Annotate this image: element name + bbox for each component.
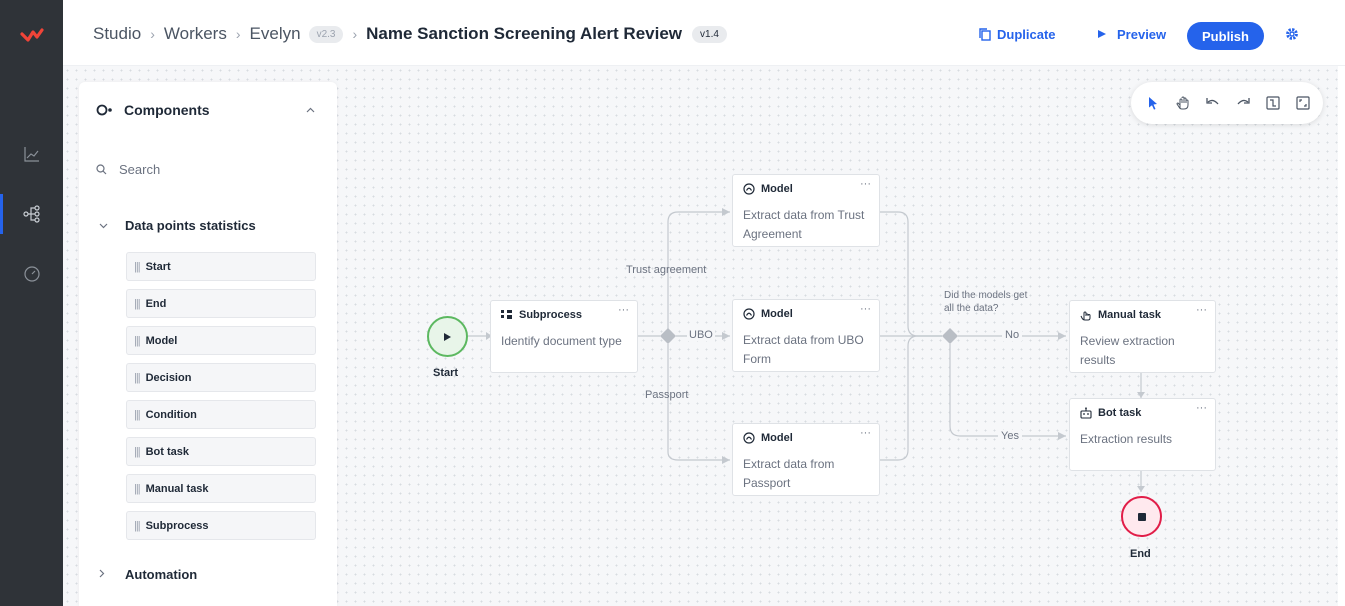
play-icon [444,332,451,341]
component-subprocess[interactable]: ||| Subprocess [126,511,316,540]
component-model[interactable]: ||| Model [126,326,316,355]
more-icon[interactable]: ··· [1196,304,1207,316]
drag-handle-icon[interactable]: ||| [134,446,141,458]
edge-passport [667,344,730,461]
fullscreen-icon[interactable] [1295,95,1311,111]
drag-handle-icon[interactable]: ||| [134,409,141,421]
more-icon[interactable]: ··· [860,427,871,439]
edge-yes [949,344,1066,437]
undo-icon[interactable] [1205,95,1221,111]
components-icon [96,104,112,116]
decision-diamond-document [660,328,676,344]
redo-icon[interactable] [1235,95,1251,111]
drag-handle-icon[interactable]: ||| [134,372,141,384]
node-type: Subprocess [501,309,582,321]
canvas-toolbar [1131,82,1323,124]
edge-passport-join [880,335,942,461]
subprocess-node[interactable]: Subprocess ··· Identify document type [490,300,638,373]
edge-label-trust: Trust agreement [626,264,707,276]
node-type: Manual task [1080,309,1161,321]
component-label: Decision [145,371,192,384]
edge-label-question: Did the models get all the data? [944,290,1028,314]
model-node-ubo[interactable]: Model ··· Extract data from UBO Form [732,299,880,372]
drag-handle-icon[interactable]: ||| [134,298,141,310]
node-type: Model [743,432,793,444]
edge-label-no: No [1002,329,1023,341]
component-condition[interactable]: ||| Condition [126,400,316,429]
node-description: Extract data from UBO Form [743,333,864,366]
edge-label-yes: Yes [998,430,1022,442]
component-label: Condition [145,408,197,421]
node-description: Identify document type [501,334,622,348]
node-type: Model [743,183,793,195]
section-automation[interactable]: Automation [99,567,197,582]
node-type-label: Bot task [1098,407,1142,419]
panel-header: Components [96,102,210,118]
subprocess-icon [501,310,512,319]
chevron-down-icon [99,220,109,232]
component-manual-task[interactable]: ||| Manual task [126,474,316,503]
stop-icon [1137,512,1146,521]
model-icon [743,183,755,195]
node-type-label: Subprocess [519,309,582,321]
drag-handle-icon[interactable]: ||| [134,520,141,532]
fit-icon[interactable] [1265,95,1281,111]
model-icon [743,308,755,320]
node-type-label: Model [761,308,793,320]
end-node[interactable] [1121,496,1162,537]
node-description: Extraction results [1080,432,1173,446]
more-icon[interactable]: ··· [860,303,871,315]
section-title: Data points statistics [125,218,256,233]
component-end[interactable]: ||| End [126,289,316,318]
more-icon[interactable]: ··· [860,178,871,190]
node-description: Extract data from Passport [743,457,835,490]
edge-label-passport: Passport [645,389,689,401]
model-icon [743,432,755,444]
more-icon[interactable]: ··· [1196,402,1207,414]
node-type: Model [743,308,793,320]
component-bot-task[interactable]: ||| Bot task [126,437,316,466]
drag-handle-icon[interactable]: ||| [134,261,141,273]
edge-label-ubo: UBO [687,329,715,341]
node-description: Review extraction results [1080,334,1175,367]
chevron-right-icon [99,569,109,581]
component-label: Subprocess [145,519,209,532]
manual-task-node[interactable]: Manual task ··· Review extraction result… [1069,300,1216,373]
component-label: Start [145,260,171,273]
hand-pointer-icon [1080,311,1091,321]
more-icon[interactable]: ··· [618,304,629,316]
robot-icon [1080,407,1092,419]
hand-icon[interactable] [1175,95,1191,111]
bot-task-node[interactable]: Bot task ··· Extraction results [1069,398,1216,471]
drag-handle-icon[interactable]: ||| [134,483,141,495]
model-node-passport[interactable]: Model ··· Extract data from Passport [732,423,880,496]
node-description: Extract data from Trust Agreement [743,208,865,241]
edge-trust-join [880,211,942,337]
component-label: Bot task [145,445,189,458]
node-type-label: Model [761,183,793,195]
component-decision[interactable]: ||| Decision [126,363,316,392]
component-label: Model [145,334,178,347]
section-title: Automation [125,567,198,582]
component-label: Manual task [145,482,209,495]
component-label: End [145,297,167,310]
component-start[interactable]: ||| Start [126,252,316,281]
start-node[interactable] [427,316,468,357]
drag-handle-icon[interactable]: ||| [134,335,141,347]
search-icon [96,164,107,175]
start-label: Start [433,367,459,379]
model-node-trust[interactable]: Model ··· Extract data from Trust Agreem… [732,174,880,247]
search-placeholder: Search [119,162,161,177]
search-input[interactable]: Search [96,162,160,177]
pointer-icon[interactable] [1145,95,1161,111]
decision-diamond-data [942,328,958,344]
section-data-points[interactable]: Data points statistics [99,218,256,233]
end-label: End [1130,548,1151,560]
node-type: Bot task [1080,407,1141,419]
components-panel: Components Search Data points statistics… [79,82,337,606]
chevron-up-icon[interactable] [306,104,315,116]
node-type-label: Manual task [1098,309,1161,321]
panel-title: Components [124,102,210,118]
node-type-label: Model [761,432,793,444]
